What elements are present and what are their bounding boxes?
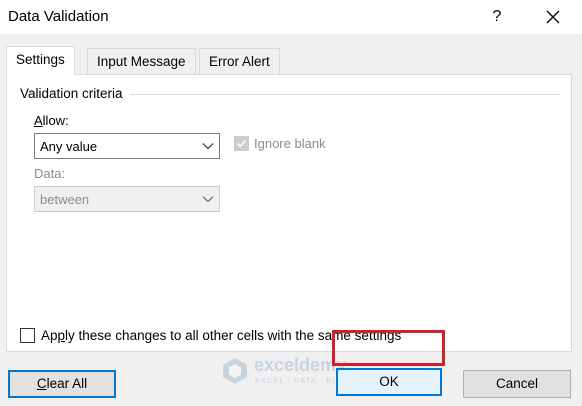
allow-dropdown-value: Any value [40, 139, 98, 154]
cancel-button[interactable]: Cancel [463, 370, 571, 398]
apply-label-accel: p [57, 328, 66, 343]
apply-all-label: Apply these changes to all other cells w… [41, 328, 401, 343]
allow-dropdown[interactable]: Any value [34, 133, 220, 159]
title-bar: Data Validation ? [0, 0, 582, 34]
ignore-blank-checkbox[interactable] [234, 136, 249, 151]
clear-all-accel: C [36, 376, 47, 391]
close-icon [546, 10, 560, 24]
close-button[interactable] [536, 2, 570, 32]
tab-input-message[interactable]: Input Message [87, 48, 196, 74]
ignore-blank-label: Ignore blank [254, 136, 326, 151]
ok-button[interactable]: OK [336, 368, 442, 396]
exceldemy-logo-icon [223, 358, 247, 384]
apply-label-part1: Ap [41, 328, 58, 343]
apply-label-rest: ly these changes to all other cells with… [65, 328, 402, 343]
chevron-down-icon [197, 134, 219, 158]
checkmark-icon [236, 139, 247, 148]
allow-label-accel: A [34, 113, 43, 128]
help-button[interactable]: ? [482, 2, 512, 32]
data-label: Data: [34, 166, 66, 181]
tab-error-alert[interactable]: Error Alert [199, 48, 280, 74]
data-dropdown[interactable]: between [34, 186, 220, 212]
settings-panel: Validation criteria Allow: Any value Ign… [6, 74, 572, 352]
clear-all-rest: lear All [46, 376, 88, 391]
clear-all-button[interactable]: Clear All [8, 370, 116, 398]
dialog-title: Data Validation [8, 8, 109, 25]
apply-all-checkbox[interactable] [20, 328, 35, 343]
watermark-tagline: EXCEL · DATA · BI [255, 376, 336, 385]
allow-label: Allow: [34, 113, 69, 128]
chevron-down-icon [197, 187, 219, 211]
group-divider [130, 94, 560, 95]
tab-settings[interactable]: Settings [6, 46, 75, 75]
data-dropdown-value: between [40, 192, 90, 207]
allow-label-rest: llow: [42, 113, 69, 128]
validation-criteria-heading: Validation criteria [20, 86, 123, 101]
watermark-name: exceldemy [254, 355, 347, 375]
dialog-body: Settings Input Message Error Alert Valid… [0, 34, 582, 406]
